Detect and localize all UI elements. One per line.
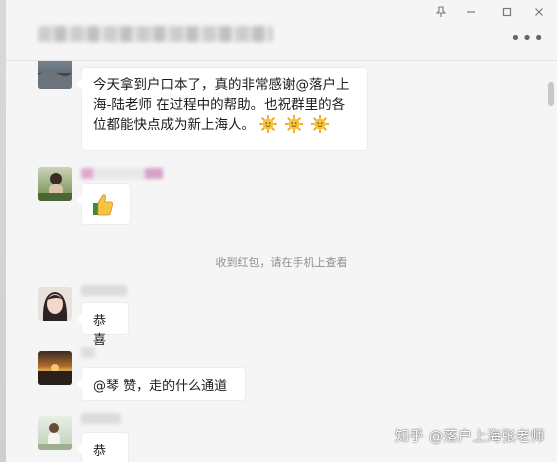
system-message: 收到红包，请在手机上查看 xyxy=(215,256,348,269)
message-text: 恭喜 xyxy=(93,444,107,459)
message-bubble[interactable]: 恭喜 xyxy=(76,302,129,348)
message-text: @琴 赞，走的什么通道 xyxy=(93,379,228,394)
chat-title-blurred xyxy=(38,26,273,42)
avatar[interactable] xyxy=(38,416,72,450)
message-bubble[interactable] xyxy=(76,183,131,225)
sun-emoji xyxy=(259,115,278,133)
chat-header: ••• xyxy=(6,0,557,61)
minimize-icon[interactable] xyxy=(463,6,479,22)
message-text-line: 位都能快点成为新上海人。 xyxy=(93,117,255,133)
sender-name-blurred xyxy=(81,413,121,424)
avatar[interactable] xyxy=(38,61,72,89)
sun-emoji xyxy=(311,115,330,133)
sender-name-blurred xyxy=(81,285,127,296)
sender-name-blurred xyxy=(81,347,95,358)
message-bubble[interactable]: 恭喜 xyxy=(76,432,129,462)
thumbs-up-emoji xyxy=(87,194,117,223)
avatar[interactable] xyxy=(38,167,72,201)
message-bubble[interactable]: @琴 赞，走的什么通道 xyxy=(76,367,246,401)
avatar[interactable] xyxy=(38,287,72,321)
more-dots-icon[interactable]: ••• xyxy=(510,30,545,48)
avatar[interactable] xyxy=(38,351,72,385)
maximize-icon[interactable] xyxy=(499,6,515,22)
sender-name-blurred xyxy=(81,168,163,179)
chat-history[interactable]: 今天拿到户口本了，真的非常感谢@落户上 海-陆老师 在过程中的帮助。也祝群里的各… xyxy=(6,61,557,462)
watermark: 知乎 @落户上海张老师 xyxy=(395,429,545,445)
sun-emoji xyxy=(285,115,304,133)
message-text: 恭喜 xyxy=(93,314,107,348)
message-text-line: 海-陆老师 在过程中的帮助。也祝群里的各 xyxy=(93,97,346,113)
message-bubble[interactable]: 今天拿到户口本了，真的非常感谢@落户上 海-陆老师 在过程中的帮助。也祝群里的各… xyxy=(76,67,368,151)
close-icon[interactable] xyxy=(531,6,547,22)
scrollbar-thumb[interactable] xyxy=(548,82,554,106)
pin-icon[interactable] xyxy=(433,6,449,22)
message-text-line: 今天拿到户口本了，真的非常感谢@落户上 xyxy=(93,77,350,93)
